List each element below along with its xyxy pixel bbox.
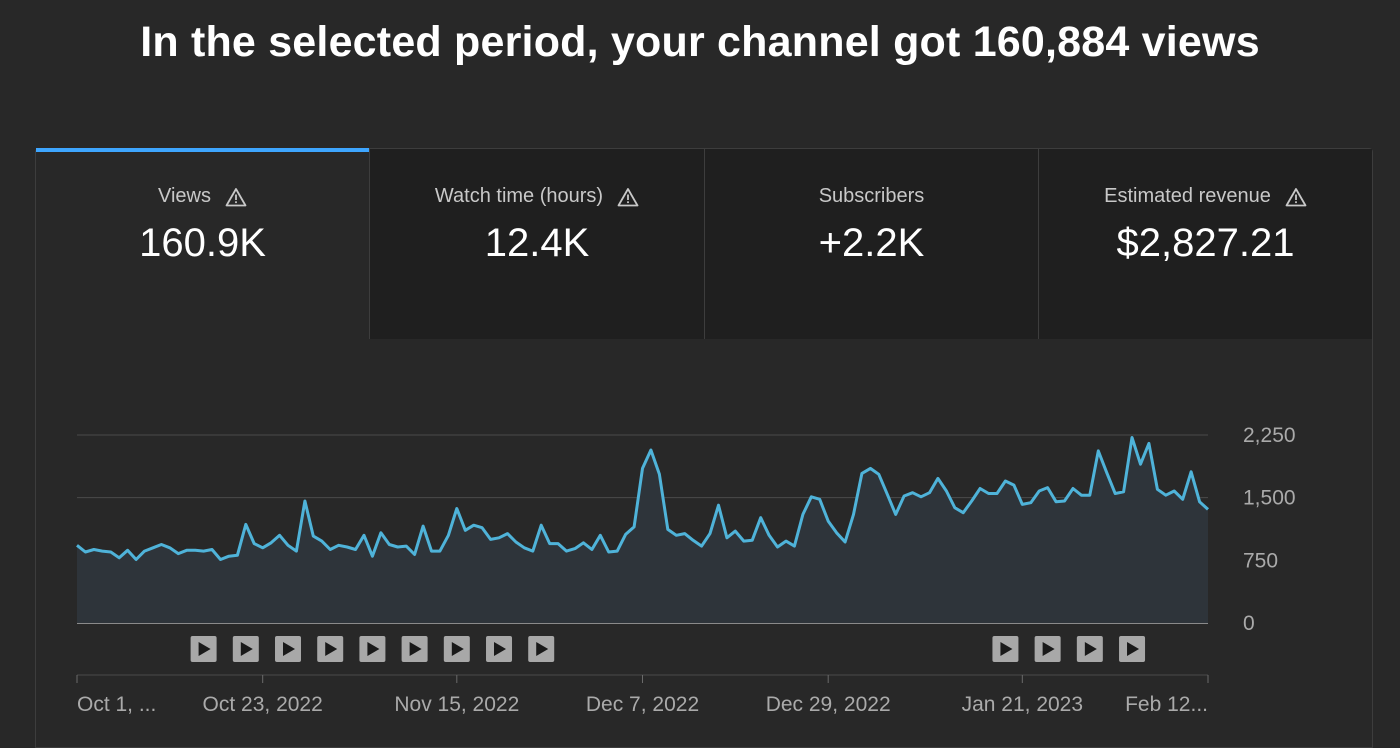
y-tick-label: 2,250: [1243, 424, 1296, 447]
video-marker-play-icon[interactable]: [992, 636, 1019, 662]
y-tick-label: 0: [1243, 612, 1255, 635]
x-tick-label: Feb 12...: [1125, 693, 1208, 716]
video-marker-play-icon[interactable]: [275, 636, 302, 662]
y-tick-label: 1,500: [1243, 487, 1296, 510]
x-tick-label: Dec 29, 2022: [766, 693, 891, 716]
x-tick-label: Oct 23, 2022: [203, 693, 323, 716]
x-tick-label: Nov 15, 2022: [394, 693, 519, 716]
x-tick-label: Jan 21, 2023: [962, 693, 1083, 716]
video-marker-play-icon[interactable]: [486, 636, 513, 662]
video-marker-play-icon[interactable]: [1076, 636, 1103, 662]
video-marker-play-icon[interactable]: [528, 636, 555, 662]
video-marker-play-icon[interactable]: [1034, 636, 1061, 662]
y-tick-label: 750: [1243, 549, 1278, 572]
video-marker-play-icon[interactable]: [359, 636, 386, 662]
video-marker-play-icon[interactable]: [317, 636, 344, 662]
video-marker-play-icon[interactable]: [190, 636, 217, 662]
x-tick-label: Dec 7, 2022: [586, 693, 699, 716]
video-marker-play-icon[interactable]: [401, 636, 428, 662]
video-marker-play-icon[interactable]: [443, 636, 470, 662]
x-tick-label: Oct 1, ...: [77, 693, 156, 716]
video-marker-play-icon[interactable]: [1119, 636, 1146, 662]
views-chart[interactable]: 2,250 1,500 750 0 Oct 1, ... Oct 23, 2022 Nov …: [0, 0, 1400, 733]
video-marker-play-icon[interactable]: [232, 636, 259, 662]
